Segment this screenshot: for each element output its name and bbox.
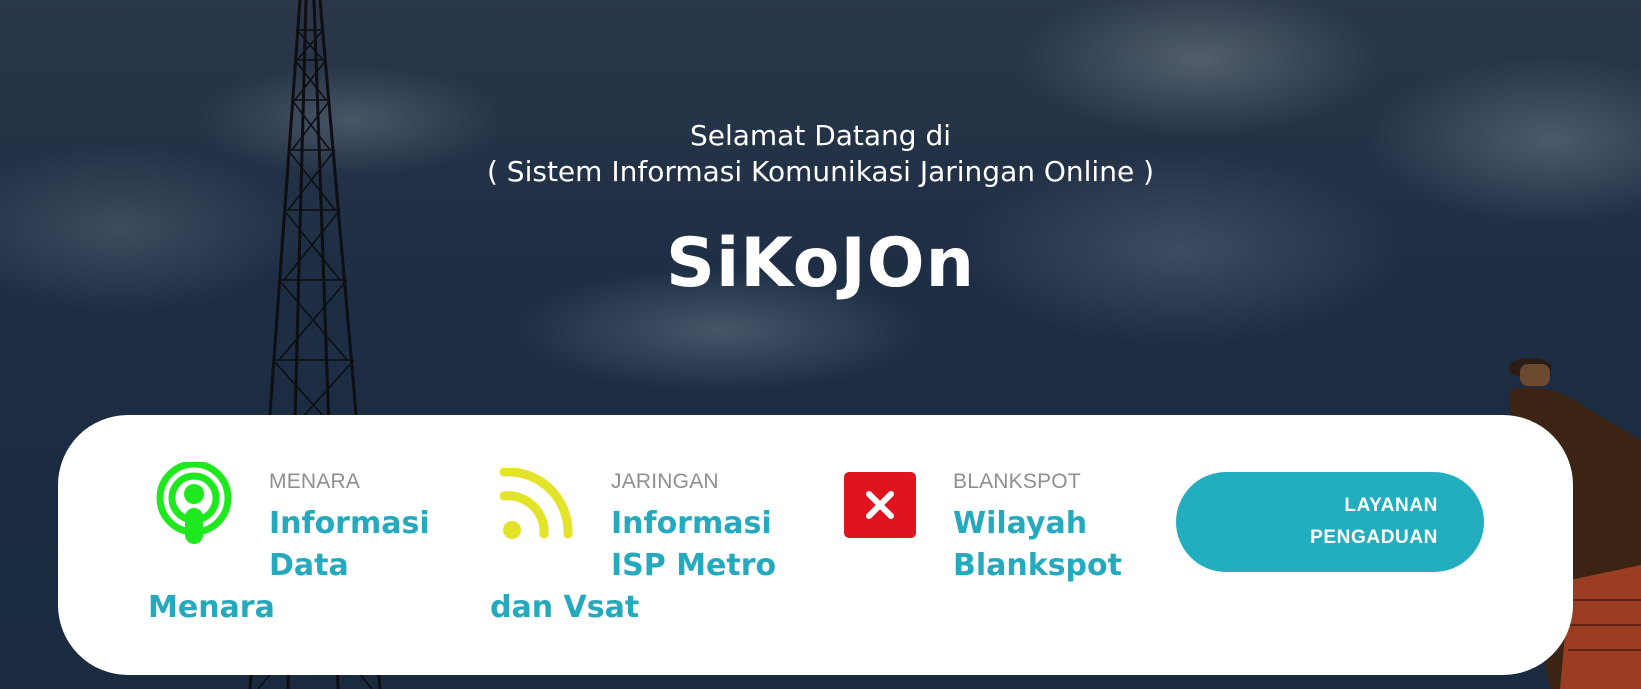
rss-icon <box>500 468 573 539</box>
close-box-icon <box>844 472 916 538</box>
feature-kicker: JARINGAN <box>611 470 719 493</box>
feature-title-line: Wilayah <box>953 506 1088 541</box>
feature-title-line: Informasi <box>611 506 772 541</box>
feature-menara[interactable]: MENARA Informasi Data Menara <box>148 462 448 632</box>
feature-kicker: MENARA <box>269 470 361 493</box>
system-full-name: ( Sistem Informasi Komunikasi Jaringan O… <box>486 155 1155 188</box>
podcast-icon <box>156 462 232 544</box>
welcome-text: Selamat Datang di ( Sistem Informasi Kom… <box>0 118 1641 190</box>
feature-title-line: Menara <box>148 590 275 625</box>
welcome-line: Selamat Datang di <box>689 119 952 152</box>
feature-title-line: Informasi <box>269 506 430 541</box>
feature-title-line: Blankspot <box>953 548 1122 583</box>
layanan-pengaduan-button[interactable]: LAYANAN PENGADUAN <box>1176 472 1484 572</box>
feature-kicker: BLANKSPOT <box>953 470 1081 493</box>
feature-jaringan[interactable]: JARINGAN Informasi ISP Metro dan Vsat <box>490 462 790 632</box>
feature-title-line: dan Vsat <box>490 590 640 625</box>
feature-title-line: Data <box>269 548 349 583</box>
feature-blankspot[interactable]: BLANKSPOT Wilayah Blankspot <box>843 462 1143 602</box>
cta-label-line: LAYANAN <box>1344 495 1438 516</box>
feature-title-line: ISP Metro <box>611 548 777 583</box>
cta-label-line: PENGADUAN <box>1310 527 1438 548</box>
brand-title: SiKoJOn <box>665 224 975 303</box>
